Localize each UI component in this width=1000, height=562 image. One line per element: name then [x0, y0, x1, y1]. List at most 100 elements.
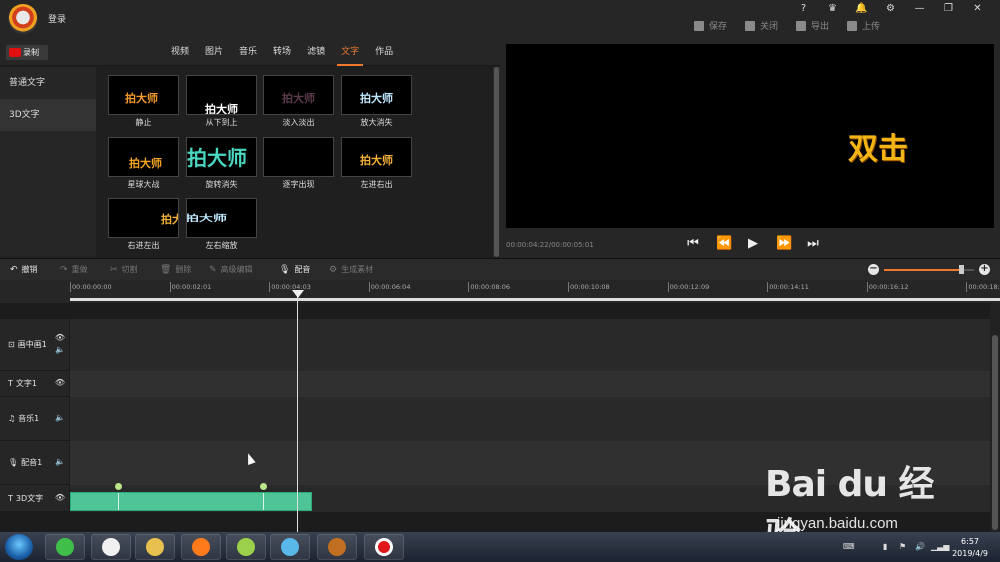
effect-preview-text: 拍大师 — [360, 92, 393, 105]
speaker-icon[interactable]: 🔈 — [55, 345, 65, 354]
step-back-icon[interactable]: ⏪ — [716, 236, 732, 251]
flag-icon[interactable]: ⚑ — [899, 542, 906, 551]
tab-3[interactable]: 转场 — [265, 38, 299, 66]
close-icon[interactable]: ✕ — [963, 2, 992, 16]
recorder-app[interactable] — [317, 534, 357, 560]
preview-screen[interactable]: 双击 — [506, 44, 994, 228]
zoom-out-button[interactable]: − — [868, 264, 879, 275]
save-button[interactable]: 保存 — [693, 19, 727, 32]
tab-6[interactable]: 作品 — [367, 38, 401, 66]
zoom-slider-knob[interactable] — [958, 265, 964, 274]
upload-button[interactable]: 上传 — [846, 19, 880, 32]
category-item[interactable]: 普通文字 — [0, 67, 96, 99]
toolbar-button[interactable]: 🎙 配音 — [279, 264, 310, 275]
network-icon[interactable]: ▁▃▅ — [931, 542, 949, 551]
book-app[interactable] — [270, 534, 310, 560]
export-button[interactable]: 导出 — [795, 19, 829, 32]
toolbar-button[interactable]: ✂ 切割 — [110, 264, 138, 275]
effect-thumbnail[interactable]: 拍大师 逐字出现 — [263, 137, 334, 190]
volume-icon[interactable]: 🔊 — [915, 542, 925, 551]
battery-icon[interactable]: ▮ — [883, 542, 887, 551]
toolbar-button[interactable]: ↶ 撤销 — [10, 264, 38, 275]
refresh-icon — [56, 538, 74, 556]
effect-preview-text: 拍大师 — [187, 146, 247, 170]
zoom-slider[interactable] — [884, 265, 974, 274]
media-icon — [237, 538, 255, 556]
track-lane[interactable] — [70, 397, 990, 441]
record-app[interactable] — [364, 534, 404, 560]
close-project-button[interactable]: 关闭 — [744, 19, 778, 32]
effect-preview: 拍大师 — [108, 137, 179, 177]
ruler-tick: 00:00:10:08 — [570, 283, 610, 291]
playhead[interactable] — [297, 290, 298, 532]
tab-5[interactable]: 文字 — [333, 38, 367, 66]
gear-icon[interactable]: ⚙ — [876, 2, 905, 16]
toolbar-button[interactable]: ✎ 高级编辑 — [209, 264, 253, 275]
effect-thumbnail[interactable]: 拍大师 星球大战 — [108, 137, 179, 190]
eye-icon[interactable]: 👁 — [55, 378, 65, 387]
skip-start-icon[interactable]: ⏮ — [686, 236, 700, 251]
effect-thumbnail[interactable]: 拍大师 旋转消失 — [186, 137, 257, 190]
effect-thumbnail[interactable]: 拍大师 从下到上 — [186, 75, 257, 128]
zoom-control: − + — [868, 264, 990, 276]
skip-end-icon[interactable]: ⏭ — [806, 236, 820, 251]
eye-icon[interactable]: 👁 — [55, 493, 65, 502]
3d-text-clip[interactable] — [70, 492, 312, 511]
playhead-handle[interactable] — [292, 290, 304, 298]
tab-4[interactable]: 滤镜 — [299, 38, 333, 66]
category-item[interactable]: 3D文字 — [0, 99, 96, 131]
record-icon — [9, 48, 21, 57]
export-icon — [795, 20, 806, 31]
effect-thumbnail[interactable]: 拍大师 淡入淡出 — [263, 75, 334, 128]
effect-thumbnail[interactable]: 拍大师 左进右出 — [341, 137, 412, 190]
effect-thumbnail[interactable]: 拍大师 静止 — [108, 75, 179, 128]
eye-icon[interactable]: 👁 — [55, 333, 65, 342]
pip-icon: ⊡ — [8, 340, 15, 349]
effect-thumbnail[interactable]: 拍大师右进左出 — [108, 198, 179, 251]
timeline-scrollbar[interactable] — [990, 303, 1000, 532]
effect-preview: 拍大师 — [341, 137, 412, 177]
restore-icon[interactable]: ❐ — [934, 2, 963, 16]
effect-preview: 拍大师 — [263, 75, 334, 115]
toolbar-button[interactable]: ⚙ 生成素材 — [329, 264, 373, 275]
qq-app[interactable] — [91, 534, 131, 560]
refresh-app[interactable] — [45, 534, 85, 560]
play-icon[interactable]: ▶ — [746, 236, 760, 251]
toolbar-button[interactable]: 🗑 删除 — [160, 264, 191, 275]
media-app[interactable] — [226, 534, 266, 560]
clock[interactable]: 6:57 2019/4/9 — [952, 536, 988, 560]
ruler-tick: 00:00:08:06 — [470, 283, 511, 291]
clip-keyframe[interactable] — [115, 483, 122, 490]
speaker-icon[interactable]: 🔈 — [55, 413, 65, 422]
clip-keyframe[interactable] — [260, 483, 267, 490]
bell-icon[interactable]: 🔔 — [847, 2, 876, 16]
tab-1[interactable]: 图片 — [197, 38, 231, 66]
zoom-in-button[interactable]: + — [979, 264, 990, 275]
record-button[interactable]: 录制 — [6, 45, 48, 60]
track-lane[interactable] — [70, 371, 990, 397]
login-link[interactable]: 登录 — [48, 12, 66, 25]
vip-icon[interactable]: ♛ — [818, 2, 847, 16]
effect-thumbnail[interactable]: 拍大师 放大消失 — [341, 75, 412, 128]
effect-label: 淡入淡出 — [282, 118, 315, 127]
toolbar-button[interactable]: ↷ 重做 — [60, 264, 88, 275]
firefox-app[interactable] — [181, 534, 221, 560]
timeline-ruler[interactable]: 00:00:00:00 00:00:02:01 00:00:04:03 00:00:0… — [0, 280, 1000, 303]
keyboard-icon[interactable]: ⌨ — [843, 542, 855, 551]
speaker-icon[interactable]: 🔈 — [55, 457, 65, 466]
effect-thumbnail[interactable]: 拍大师 左右缩放 — [186, 198, 257, 251]
ruler-tick-line — [70, 282, 71, 292]
track-header: ⊡ 画中画1 👁 🔈 — [0, 319, 69, 371]
minimize-icon[interactable]: — — [905, 2, 934, 16]
track-lane[interactable] — [70, 319, 990, 371]
help-icon[interactable]: ? — [789, 2, 818, 16]
effect-scrollbar[interactable] — [493, 67, 500, 257]
tab-2[interactable]: 音乐 — [231, 38, 265, 66]
toolbar-label: 删除 — [175, 265, 192, 274]
avatar[interactable] — [8, 4, 38, 34]
step-forward-icon[interactable]: ⏩ — [776, 236, 792, 251]
tab-0[interactable]: 视频 — [163, 38, 197, 66]
watermark: Bai du 经验 jingyan.baidu.com — [765, 455, 950, 557]
explorer-app[interactable] — [135, 534, 175, 560]
start-button[interactable] — [5, 534, 33, 560]
